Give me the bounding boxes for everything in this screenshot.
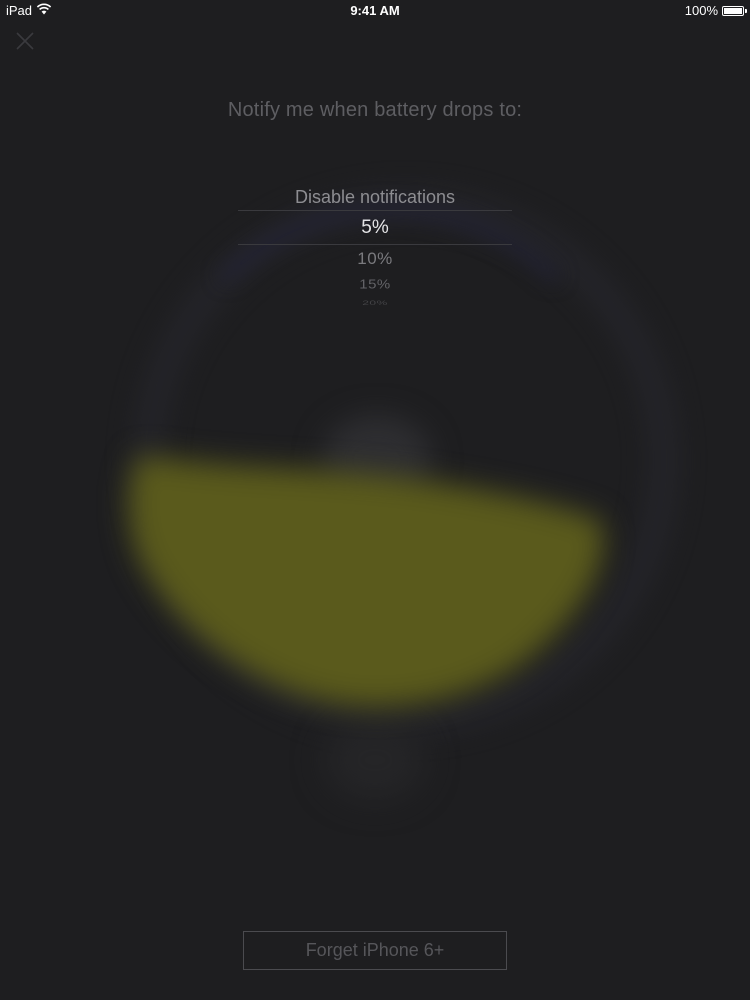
status-time: 9:41 AM <box>350 3 400 18</box>
blurred-battery-artwork <box>0 0 750 1000</box>
picker-option-15[interactable]: 15% <box>200 277 550 291</box>
blurred-bottom-cap <box>325 720 425 800</box>
status-right: 100% <box>684 3 747 18</box>
blurred-battery-liquid <box>128 455 604 707</box>
picker-selection-top-line <box>238 210 512 211</box>
forget-device-button[interactable]: Forget iPhone 6+ <box>243 931 507 970</box>
page-title: Notify me when battery drops to: <box>227 99 523 121</box>
notification-settings-screen: iPad 9:41 AM 100% Notify me when battery… <box>0 0 750 1000</box>
picker-option-selected[interactable]: 5% <box>200 217 550 239</box>
picker-option-20[interactable]: 20% <box>200 299 550 307</box>
picker-option-disable[interactable]: Disable notifications <box>200 187 550 208</box>
status-bar: iPad 9:41 AM 100% <box>0 0 750 20</box>
threshold-picker[interactable]: Disable notifications 5% 10% 15% 20% <box>200 180 550 310</box>
battery-icon <box>722 5 747 16</box>
picker-option-10[interactable]: 10% <box>200 249 550 269</box>
close-button[interactable] <box>12 28 38 54</box>
picker-selection-bottom-line <box>238 244 512 245</box>
blurred-top-cap <box>322 415 432 505</box>
battery-percent: 100% <box>684 3 718 18</box>
close-icon <box>16 32 34 50</box>
